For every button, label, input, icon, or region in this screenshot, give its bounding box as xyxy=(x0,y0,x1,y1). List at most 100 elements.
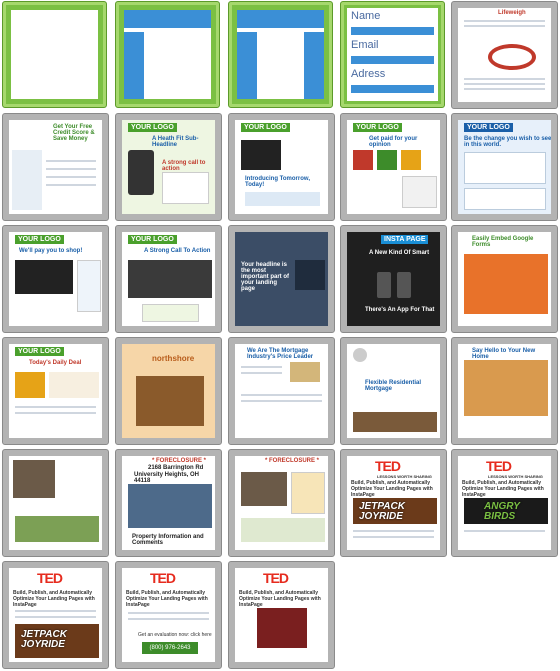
thumbnail-canvas: YOUR LOGO We'll pay you to shop! xyxy=(9,232,102,326)
game-image: JETPACK JOYRIDE xyxy=(15,624,99,658)
ted-logo: TED xyxy=(150,570,176,586)
text-line xyxy=(463,25,546,27)
signup-form xyxy=(142,304,199,322)
thumbnail-canvas: * FORECLOSURE * xyxy=(235,456,328,550)
thumbnail-canvas: TED Build, Publish, and Automatically Op… xyxy=(122,568,215,662)
game-image: ANGRY BIRDS xyxy=(464,498,548,524)
thumb-label: * FORECLOSURE * xyxy=(152,458,207,464)
thumb-headline: Be the change you wish to see in this wo… xyxy=(464,136,551,148)
content-box xyxy=(464,152,546,184)
template-be-the-change[interactable]: YOUR LOGO Be the change you wish to see … xyxy=(451,113,558,221)
text-line xyxy=(240,372,282,374)
text-line xyxy=(46,184,97,186)
thumb-info: Property Information and Comments xyxy=(132,534,204,546)
template-three-columns[interactable] xyxy=(228,1,333,108)
thumbnail-canvas: TED LESSONS WORTH SHARING Build, Publish… xyxy=(458,456,551,550)
thumb-headline: Build, Publish, and Automatically Optimi… xyxy=(13,590,95,608)
thumb-headline: Get paid for your opinion xyxy=(369,136,418,148)
house-image xyxy=(128,484,212,528)
template-new-home[interactable]: Say Hello to Your New Home xyxy=(451,337,558,445)
product-image xyxy=(49,372,99,398)
thumbnail-canvas: TED LESSONS WORTH SHARING Build, Publish… xyxy=(347,456,440,550)
layout-canvas xyxy=(237,10,324,99)
template-pay-to-shop[interactable]: YOUR LOGO We'll pay you to shop! xyxy=(2,225,109,333)
product-icon xyxy=(353,150,373,170)
thumb-title: Get Your Free Credit Score & Save Money xyxy=(53,124,95,142)
product-icon xyxy=(401,150,421,170)
house-image xyxy=(464,360,548,416)
template-foreclosure-1[interactable]: * FORECLOSURE * 2168 Barrington Rd Unive… xyxy=(115,449,222,557)
template-blank[interactable] xyxy=(2,1,107,108)
layout-sidebar-block xyxy=(124,32,144,99)
phone-image xyxy=(377,272,391,298)
thumbnail-canvas: INSTA PAGE A New Kind Of Smart There's A… xyxy=(347,232,440,326)
thumb-cta: A strong call to action xyxy=(162,160,206,172)
thumb-headline: Say Hello to Your New Home xyxy=(472,348,536,360)
avatar xyxy=(353,348,367,362)
ted-logo: TED xyxy=(375,458,401,474)
layout-right-column xyxy=(304,32,324,99)
form-canvas: Name Email Adress xyxy=(347,8,438,101)
template-ted-phone[interactable]: TED Build, Publish, and Automatically Op… xyxy=(115,561,222,669)
thumb-address: 2168 Barrington Rd xyxy=(148,465,204,471)
product-image xyxy=(15,372,45,398)
product-image xyxy=(257,608,307,648)
template-ted-angry[interactable]: TED LESSONS WORTH SHARING Build, Publish… xyxy=(451,449,558,557)
template-google-forms[interactable]: Easily Embed Google Forms xyxy=(451,225,558,333)
game-title: JETPACK JOYRIDE xyxy=(359,501,405,522)
template-flexible-mortgage[interactable]: Flexible Residential Mortgage xyxy=(340,337,447,445)
template-instapage-app[interactable]: INSTA PAGE A New Kind Of Smart There's A… xyxy=(340,225,447,333)
template-ted-product[interactable]: TED Build, Publish, and Automatically Op… xyxy=(228,561,335,669)
blank-canvas xyxy=(11,10,98,99)
form-box xyxy=(464,188,546,210)
logo: YOUR LOGO xyxy=(128,123,177,132)
thumb-headline: Build, Publish, and Automatically Optimi… xyxy=(351,480,433,498)
template-lifeweight[interactable]: Lifeweigh xyxy=(451,1,558,109)
logo: YOUR LOGO xyxy=(353,123,402,132)
logo: YOUR LOGO xyxy=(241,123,290,132)
product-image xyxy=(488,44,536,70)
text-line xyxy=(463,78,546,80)
thumb-headline: We'll pay you to shop! xyxy=(19,248,83,254)
thumbnail-canvas: YOUR LOGO Today's Daily Deal xyxy=(9,344,102,438)
thumbnail-canvas: Say Hello to Your New Home xyxy=(458,344,551,438)
text-line xyxy=(14,406,97,408)
template-foreclosure-2[interactable]: * FORECLOSURE * xyxy=(228,449,335,557)
hero-image xyxy=(136,376,204,426)
text-line xyxy=(127,612,210,614)
logo: YOUR LOGO xyxy=(15,235,64,244)
thumbnail-canvas: TED Build, Publish, and Automatically Op… xyxy=(235,568,328,662)
listing-images xyxy=(353,412,437,432)
logo: INSTA PAGE xyxy=(381,235,429,244)
template-introducing[interactable]: YOUR LOGO Introducing Tomorrow, Today! xyxy=(228,113,335,221)
template-mortgage[interactable]: We Are The Mortgage Industry's Price Lea… xyxy=(228,337,335,445)
thumb-cta-text: Get an evaluation now: click here xyxy=(138,632,212,638)
template-northshore[interactable]: northshore xyxy=(115,337,222,445)
template-form[interactable]: Name Email Adress xyxy=(340,1,445,108)
template-listing-1[interactable] xyxy=(2,449,109,557)
signup-form xyxy=(77,260,101,312)
template-strong-cta[interactable]: YOUR LOGO A Strong Call To Action xyxy=(115,225,222,333)
thumb-title: Lifeweigh xyxy=(498,10,526,16)
thumbnail-canvas: Easily Embed Google Forms xyxy=(458,232,551,326)
template-header-columns[interactable] xyxy=(115,1,220,108)
layout-header-block xyxy=(237,10,324,28)
template-daily-deal[interactable]: YOUR LOGO Today's Daily Deal xyxy=(2,337,109,445)
thumbnail-canvas: TED Build, Publish, and Automatically Op… xyxy=(9,568,102,662)
template-credit-score[interactable]: Get Your Free Credit Score & Save Money xyxy=(2,113,109,221)
template-headline-dark[interactable]: Your headline is the most important part… xyxy=(228,225,335,333)
template-ted-jetpack[interactable]: TED LESSONS WORTH SHARING Build, Publish… xyxy=(340,449,447,557)
ted-logo: TED xyxy=(486,458,512,474)
thumbnail-canvas: We Are The Mortgage Industry's Price Lea… xyxy=(235,344,328,438)
video-player xyxy=(128,260,212,298)
thumb-headline: A Strong Call To Action xyxy=(144,248,211,254)
email-field xyxy=(351,56,434,64)
template-healthfit[interactable]: YOUR LOGO A Heath Fit Sub-Headline A str… xyxy=(115,113,222,221)
text-line xyxy=(46,160,97,162)
template-opinion[interactable]: YOUR LOGO Get paid for your opinion xyxy=(340,113,447,221)
phone-button: (800) 976-2643 xyxy=(142,642,198,654)
template-ted-jetpack-2[interactable]: TED Build, Publish, and Automatically Op… xyxy=(2,561,109,669)
game-title: ANGRY BIRDS xyxy=(484,501,520,522)
signup-form xyxy=(402,176,437,208)
text-line xyxy=(14,412,97,414)
